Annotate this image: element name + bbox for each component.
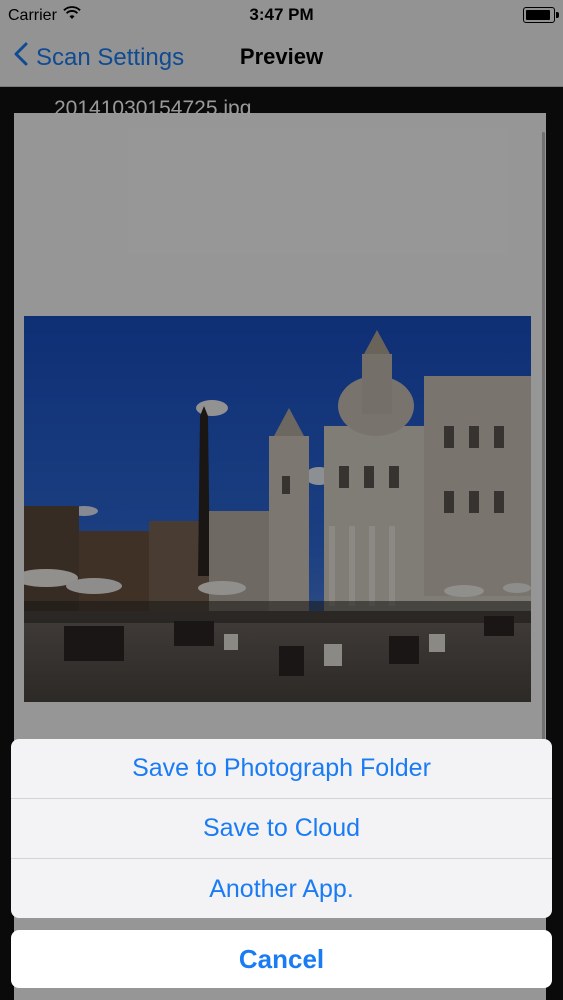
another-app-button[interactable]: Another App.	[11, 859, 552, 918]
cancel-button[interactable]: Cancel	[11, 930, 552, 988]
save-to-cloud-button[interactable]: Save to Cloud	[11, 799, 552, 859]
save-to-photograph-folder-button[interactable]: Save to Photograph Folder	[11, 739, 552, 799]
action-sheet: Save to Photograph Folder Save to Cloud …	[11, 739, 552, 918]
